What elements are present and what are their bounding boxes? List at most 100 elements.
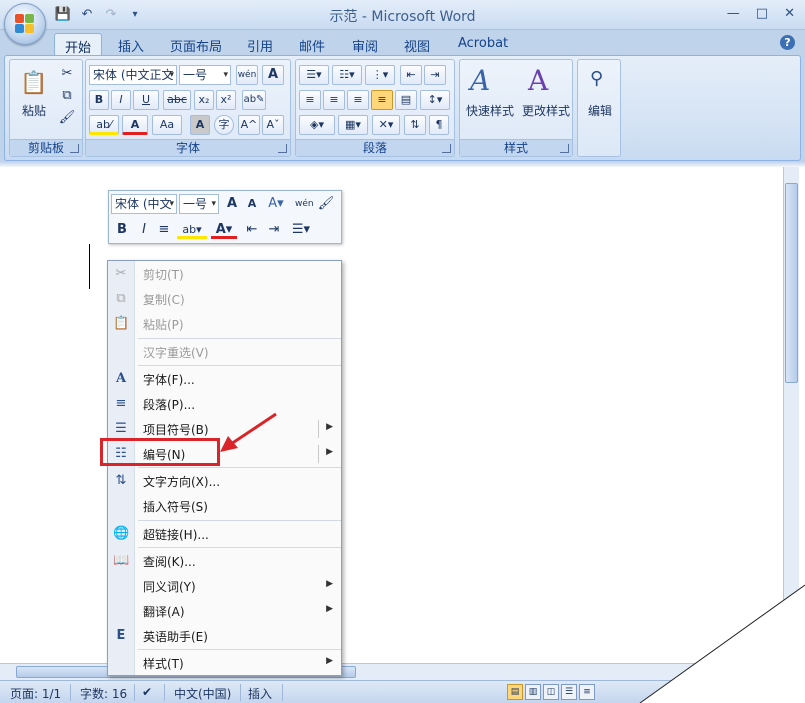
italic-button[interactable]: I [111, 90, 131, 110]
menu-item-lookup[interactable]: 📖 查阅(K)... [108, 549, 341, 573]
language-indicator[interactable]: 中文(中国) [174, 685, 231, 702]
scroll-thumb[interactable] [785, 183, 798, 383]
paste-button[interactable]: 粘贴 [16, 102, 52, 119]
mini-styles-button[interactable]: A▾ [263, 195, 289, 213]
mini-increase-indent-button[interactable]: ⇥ [265, 221, 283, 239]
minimize-button[interactable]: — [727, 6, 740, 21]
menu-item-styles[interactable]: 样式(T) ▶ [108, 651, 341, 675]
char-shading-button[interactable]: A [190, 115, 210, 135]
copy-icon[interactable]: ⧉ [58, 87, 76, 105]
tab-references[interactable]: 引用 [237, 33, 283, 55]
asian-layout-button[interactable]: ✕▾ [372, 115, 400, 135]
borders-button[interactable]: ▦▾ [338, 115, 368, 135]
highlight-color-button[interactable]: ab⁄ [89, 115, 119, 135]
menu-item-translate[interactable]: 翻译(A) ▶ [108, 599, 341, 623]
cut-icon[interactable]: ✂ [58, 65, 76, 83]
paragraph-launcher-icon[interactable] [442, 144, 451, 153]
quick-styles-button[interactable]: 快速样式 [462, 102, 518, 119]
mini-bullets-button[interactable]: ☰▾ [287, 221, 315, 239]
tab-home[interactable]: 开始 [54, 33, 103, 56]
draft-view-icon[interactable]: ≡ [579, 684, 595, 700]
menu-item-font[interactable]: A 字体(F)... [108, 367, 341, 391]
editing-button[interactable]: 编辑 [578, 102, 622, 119]
menu-item-copy[interactable]: ⧉ 复制(C) [108, 287, 341, 311]
print-layout-view-icon[interactable]: ▤ [507, 684, 523, 700]
tab-review[interactable]: 审阅 [342, 33, 388, 55]
mini-font-size-select[interactable]: 一号 [179, 194, 219, 214]
full-screen-reading-view-icon[interactable]: ▥ [525, 684, 541, 700]
quick-styles-icon[interactable]: A [470, 64, 490, 97]
mini-highlight-button[interactable]: ab▾ [177, 221, 207, 239]
word-count[interactable]: 字数: 16 [80, 685, 127, 702]
maximize-button[interactable]: □ [756, 6, 768, 21]
grow-font-button[interactable]: A^ [238, 115, 260, 135]
page-count[interactable]: 页面: 1/1 [10, 685, 61, 702]
clipboard-launcher-icon[interactable] [70, 144, 79, 153]
mini-font-color-button[interactable]: A▾ [211, 221, 237, 239]
strikethrough-button[interactable]: abc [163, 90, 191, 110]
shading-button[interactable]: ◈▾ [299, 115, 335, 135]
menu-item-english-assistant[interactable]: E 英语助手(E) [108, 624, 341, 648]
menu-item-cut[interactable]: ✂ 剪切(T) [108, 262, 341, 286]
subscript-button[interactable]: x₂ [194, 90, 214, 110]
mini-italic-button[interactable]: I [135, 221, 153, 239]
font-color-button[interactable]: A [122, 115, 148, 135]
shrink-font-button[interactable]: Aˇ [262, 115, 284, 135]
numbering-button[interactable]: ☷▾ [332, 65, 362, 85]
binoculars-icon[interactable]: ⚲ [590, 68, 603, 89]
tab-page-layout[interactable]: 页面布局 [160, 33, 232, 55]
mini-format-painter-icon[interactable]: 🖌 [317, 195, 335, 213]
enclose-char-button[interactable]: 字 [214, 115, 234, 135]
menu-item-hyperlink[interactable]: 🌐 超链接(H)... [108, 522, 341, 546]
tab-insert[interactable]: 插入 [108, 33, 154, 55]
show-marks-button[interactable]: ¶ [429, 115, 449, 135]
bullets-button[interactable]: ☰▾ [299, 65, 329, 85]
align-left-button[interactable]: ≡ [299, 90, 321, 110]
bold-button[interactable]: B [89, 90, 109, 110]
mini-decrease-indent-button[interactable]: ⇤ [243, 221, 261, 239]
menu-item-text-direction[interactable]: ⇅ 文字方向(X)... [108, 469, 341, 493]
tab-mailings[interactable]: 邮件 [289, 33, 335, 55]
clear-formatting-button[interactable]: ab✎ [242, 90, 266, 110]
office-button[interactable] [4, 3, 46, 45]
proofing-icon[interactable]: ✔ [142, 685, 152, 699]
decrease-indent-button[interactable]: ⇤ [400, 65, 422, 85]
underline-button[interactable]: U [133, 90, 159, 110]
multilevel-list-button[interactable]: ⋮▾ [365, 65, 395, 85]
web-layout-view-icon[interactable]: ◫ [543, 684, 559, 700]
menu-item-reconvert[interactable]: 汉字重选(V) [108, 340, 341, 364]
vertical-scrollbar[interactable] [783, 167, 799, 663]
insert-mode-indicator[interactable]: 插入 [248, 685, 272, 702]
tab-view[interactable]: 视图 [394, 33, 440, 55]
char-border-button[interactable]: A [262, 65, 284, 85]
distributed-button[interactable]: ▤ [395, 90, 417, 110]
mini-bold-button[interactable]: B [113, 221, 131, 239]
justify-button[interactable]: ≡ [371, 90, 393, 110]
menu-item-paste[interactable]: 📋 粘贴(P) [108, 312, 341, 336]
tab-acrobat[interactable]: Acrobat [448, 33, 518, 55]
line-spacing-button[interactable]: ↕▾ [420, 90, 450, 110]
outline-view-icon[interactable]: ☰ [561, 684, 577, 700]
mini-shrink-font-button[interactable]: A [243, 195, 261, 213]
mini-center-button[interactable]: ≡ [155, 221, 173, 239]
mini-font-name-select[interactable]: 宋体 (中文 [111, 194, 177, 214]
format-painter-icon[interactable]: 🖌 [58, 109, 76, 127]
menu-item-synonyms[interactable]: 同义词(Y) ▶ [108, 574, 341, 598]
font-size-select[interactable]: 一号 [179, 65, 231, 85]
help-icon[interactable]: ? [780, 35, 795, 50]
change-case-button[interactable]: Aa [152, 115, 182, 135]
mini-phonetic-button[interactable]: wén [295, 195, 314, 213]
mini-grow-font-button[interactable]: A [223, 195, 241, 213]
font-launcher-icon[interactable] [278, 144, 287, 153]
styles-launcher-icon[interactable] [560, 144, 569, 153]
increase-indent-button[interactable]: ⇥ [424, 65, 446, 85]
change-styles-button[interactable]: 更改样式 [518, 102, 574, 119]
phonetic-guide-button[interactable]: wén [236, 65, 258, 85]
close-button[interactable]: ✕ [784, 6, 795, 21]
change-styles-icon[interactable]: A [528, 64, 548, 97]
align-right-button[interactable]: ≡ [347, 90, 369, 110]
font-name-select[interactable]: 宋体 (中文正文 [89, 65, 177, 85]
menu-item-insert-symbol[interactable]: 插入符号(S) [108, 494, 341, 518]
align-center-button[interactable]: ≡ [323, 90, 345, 110]
sort-button[interactable]: ⇅ [404, 115, 426, 135]
